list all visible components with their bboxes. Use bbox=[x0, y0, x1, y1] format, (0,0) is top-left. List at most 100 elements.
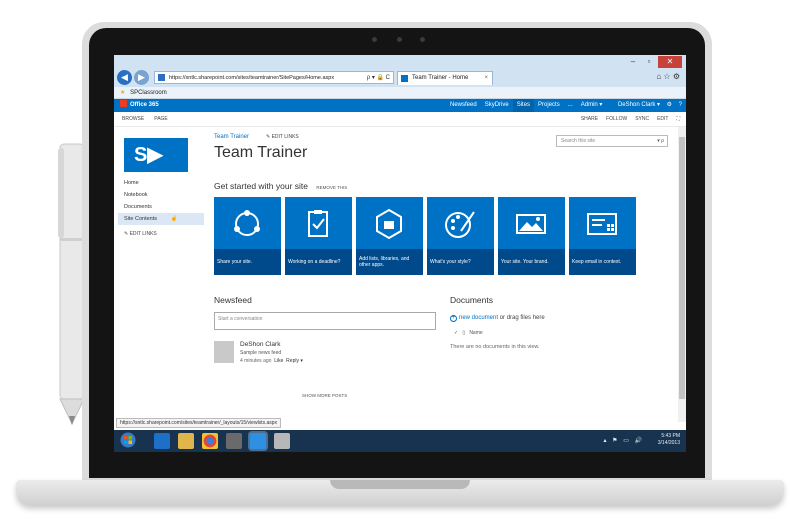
help-icon[interactable]: ? bbox=[679, 99, 682, 112]
edit-button[interactable]: EDIT bbox=[657, 112, 668, 127]
suite-bar: Office 365 Newsfeed SkyDrive Sites Proje… bbox=[114, 99, 686, 112]
tool-taskbar-icon[interactable] bbox=[274, 433, 290, 449]
suite-nav-newsfeed[interactable]: Newsfeed bbox=[446, 99, 481, 112]
palette-icon bbox=[445, 211, 475, 238]
clock[interactable]: 5:43 PM 3/14/2013 bbox=[658, 433, 680, 447]
sharepoint-logo-letter: S bbox=[134, 144, 148, 166]
post-time: 4 minutes ago bbox=[240, 358, 272, 364]
breadcrumb[interactable]: Team Trainer bbox=[214, 134, 249, 140]
avatar[interactable] bbox=[214, 341, 234, 363]
explorer-taskbar-icon[interactable] bbox=[178, 433, 194, 449]
browser-tab[interactable]: Team Trainer - Home × bbox=[397, 71, 493, 85]
camera-dot bbox=[397, 37, 402, 42]
address-tools[interactable]: ρ ▾ 🔒 C bbox=[367, 72, 390, 83]
sharepoint-favicon-icon bbox=[158, 74, 165, 81]
new-document-row: + new document or drag files here bbox=[450, 315, 545, 322]
windows-start-icon[interactable] bbox=[120, 432, 136, 448]
tile-email[interactable]: Keep email in context. bbox=[569, 197, 636, 275]
back-button[interactable]: ◀ bbox=[117, 70, 132, 85]
office-logo-icon bbox=[120, 100, 127, 107]
tile-style[interactable]: What's your style? bbox=[427, 197, 494, 275]
page-body: S▶ Team Trainer ✎ EDIT LINKS Team Traine… bbox=[114, 127, 686, 422]
tile-caption: Keep email in context. bbox=[569, 249, 636, 275]
forward-button[interactable]: ▶ bbox=[134, 70, 149, 85]
tile-brand[interactable]: Your site. Your brand. bbox=[498, 197, 565, 275]
system-tray-icons[interactable]: ▴ ⚑ ▭ 🔊 bbox=[603, 437, 644, 444]
settings-gear-icon[interactable]: ⚙ bbox=[667, 99, 672, 112]
sharepoint-taskbar-icon[interactable] bbox=[250, 433, 266, 449]
stage: – ▫ ✕ ◀ ▶ https://sntlc.sharepoint.com/s… bbox=[0, 0, 800, 529]
status-url: https://sntlc.sharepoint.com/sites/teamt… bbox=[116, 418, 282, 428]
browser-tools-icons[interactable]: ⌂ ☆ ⚙ bbox=[656, 72, 680, 81]
like-link[interactable]: Like bbox=[274, 358, 283, 364]
tile-caption: Share your site. bbox=[214, 249, 281, 275]
select-column-icon[interactable]: ✓ bbox=[454, 330, 458, 336]
screen: – ▫ ✕ ◀ ▶ https://sntlc.sharepoint.com/s… bbox=[114, 55, 686, 452]
new-document-link[interactable]: new document bbox=[459, 315, 498, 321]
suite-nav: Newsfeed SkyDrive Sites Projects ... Adm… bbox=[446, 99, 606, 112]
ie-taskbar-icon[interactable] bbox=[154, 433, 170, 449]
quicklaunch-item-home[interactable]: Home bbox=[118, 177, 204, 189]
tab-close-icon[interactable]: × bbox=[484, 72, 488, 85]
address-bar[interactable]: https://sntlc.sharepoint.com/sites/teamt… bbox=[154, 71, 394, 84]
suite-nav-admin[interactable]: Admin ▾ bbox=[577, 99, 607, 112]
image-icon bbox=[516, 214, 546, 234]
maximize-button[interactable]: ▫ bbox=[642, 56, 656, 68]
tile-share[interactable]: Share your site. bbox=[214, 197, 281, 275]
user-menu[interactable]: DeShon Clark ▾ bbox=[618, 99, 660, 112]
show-more-posts[interactable]: SHOW MORE POSTS bbox=[302, 393, 347, 398]
suite-nav-sites[interactable]: Sites bbox=[512, 99, 535, 112]
focus-icon[interactable]: ⛶ bbox=[676, 112, 680, 127]
tile-apps[interactable]: Add lists, libraries, and other apps. bbox=[356, 197, 423, 275]
conversation-input[interactable]: Start a conversation bbox=[214, 312, 436, 330]
share-icon bbox=[234, 210, 260, 236]
quicklaunch-item-documents[interactable]: Documents bbox=[118, 201, 204, 213]
tile-deadline[interactable]: Working on a deadline? bbox=[285, 197, 352, 275]
documents-empty-message: There are no documents in this view. bbox=[450, 344, 540, 350]
suite-nav-more[interactable]: ... bbox=[564, 99, 577, 112]
suite-nav-projects[interactable]: Projects bbox=[534, 99, 564, 112]
sync-button[interactable]: SYNC bbox=[635, 112, 649, 127]
search-icon[interactable]: ▾ ρ bbox=[657, 136, 664, 146]
chrome-taskbar-icon[interactable] bbox=[202, 433, 218, 449]
office365-brand[interactable]: Office 365 bbox=[120, 99, 159, 112]
window-titlebar: – ▫ ✕ bbox=[114, 55, 686, 69]
search-input[interactable]: Search this site ▾ ρ bbox=[556, 135, 668, 147]
drag-files-text: or drag files here bbox=[498, 315, 545, 321]
close-button[interactable]: ✕ bbox=[658, 56, 682, 68]
page-title: Team Trainer bbox=[214, 144, 308, 161]
ribbon-tab-page[interactable]: PAGE bbox=[154, 112, 168, 127]
suite-nav-skydrive[interactable]: SkyDrive bbox=[481, 99, 513, 112]
tab-favicon-icon bbox=[401, 75, 408, 82]
scrollbar-thumb[interactable] bbox=[679, 137, 685, 399]
quicklaunch-item-notebook[interactable]: Notebook bbox=[118, 189, 204, 201]
documents-columns: ✓ ▯ Name bbox=[454, 330, 483, 336]
tile-caption: Your site. Your brand. bbox=[498, 249, 565, 275]
favorite-item[interactable]: SPClassroom bbox=[130, 90, 167, 96]
getstarted-heading: Get started with your site REMOVE THIS bbox=[214, 181, 347, 191]
favorites-star-icon[interactable]: ★ bbox=[120, 90, 125, 96]
quicklaunch-item-site-contents[interactable]: Site Contents ☝ bbox=[118, 213, 204, 225]
post-meta: 4 minutes ago Like Reply ▾ bbox=[240, 358, 390, 364]
conversation-placeholder: Start a conversation bbox=[218, 316, 263, 322]
email-icon bbox=[587, 213, 617, 235]
minimize-button[interactable]: – bbox=[626, 56, 640, 68]
newsfeed-heading: Newsfeed bbox=[214, 295, 252, 305]
remove-this-link[interactable]: REMOVE THIS bbox=[316, 185, 347, 190]
sharepoint-logo[interactable]: S▶ bbox=[124, 138, 188, 172]
document-type-icon: ▯ bbox=[462, 330, 466, 336]
reply-link[interactable]: Reply ▾ bbox=[286, 358, 303, 364]
app-taskbar-icon[interactable] bbox=[226, 433, 242, 449]
share-button[interactable]: SHARE bbox=[581, 112, 598, 127]
post-text: Sample news feed bbox=[240, 350, 282, 356]
add-icon[interactable]: + bbox=[450, 315, 457, 322]
follow-button[interactable]: FOLLOW bbox=[606, 112, 627, 127]
hand-cursor-icon: ☝ bbox=[170, 216, 178, 222]
name-column-header[interactable]: Name bbox=[469, 330, 482, 336]
post-author[interactable]: DeShon Clark bbox=[240, 341, 390, 348]
ribbon-tab-browse[interactable]: BROWSE bbox=[122, 112, 144, 127]
edit-links-top[interactable]: ✎ EDIT LINKS bbox=[266, 134, 299, 140]
quicklaunch-edit-links[interactable]: ✎ EDIT LINKS bbox=[118, 231, 204, 237]
scrollbar[interactable] bbox=[678, 127, 686, 422]
favorites-bar: ★ SPClassroom bbox=[114, 87, 686, 99]
